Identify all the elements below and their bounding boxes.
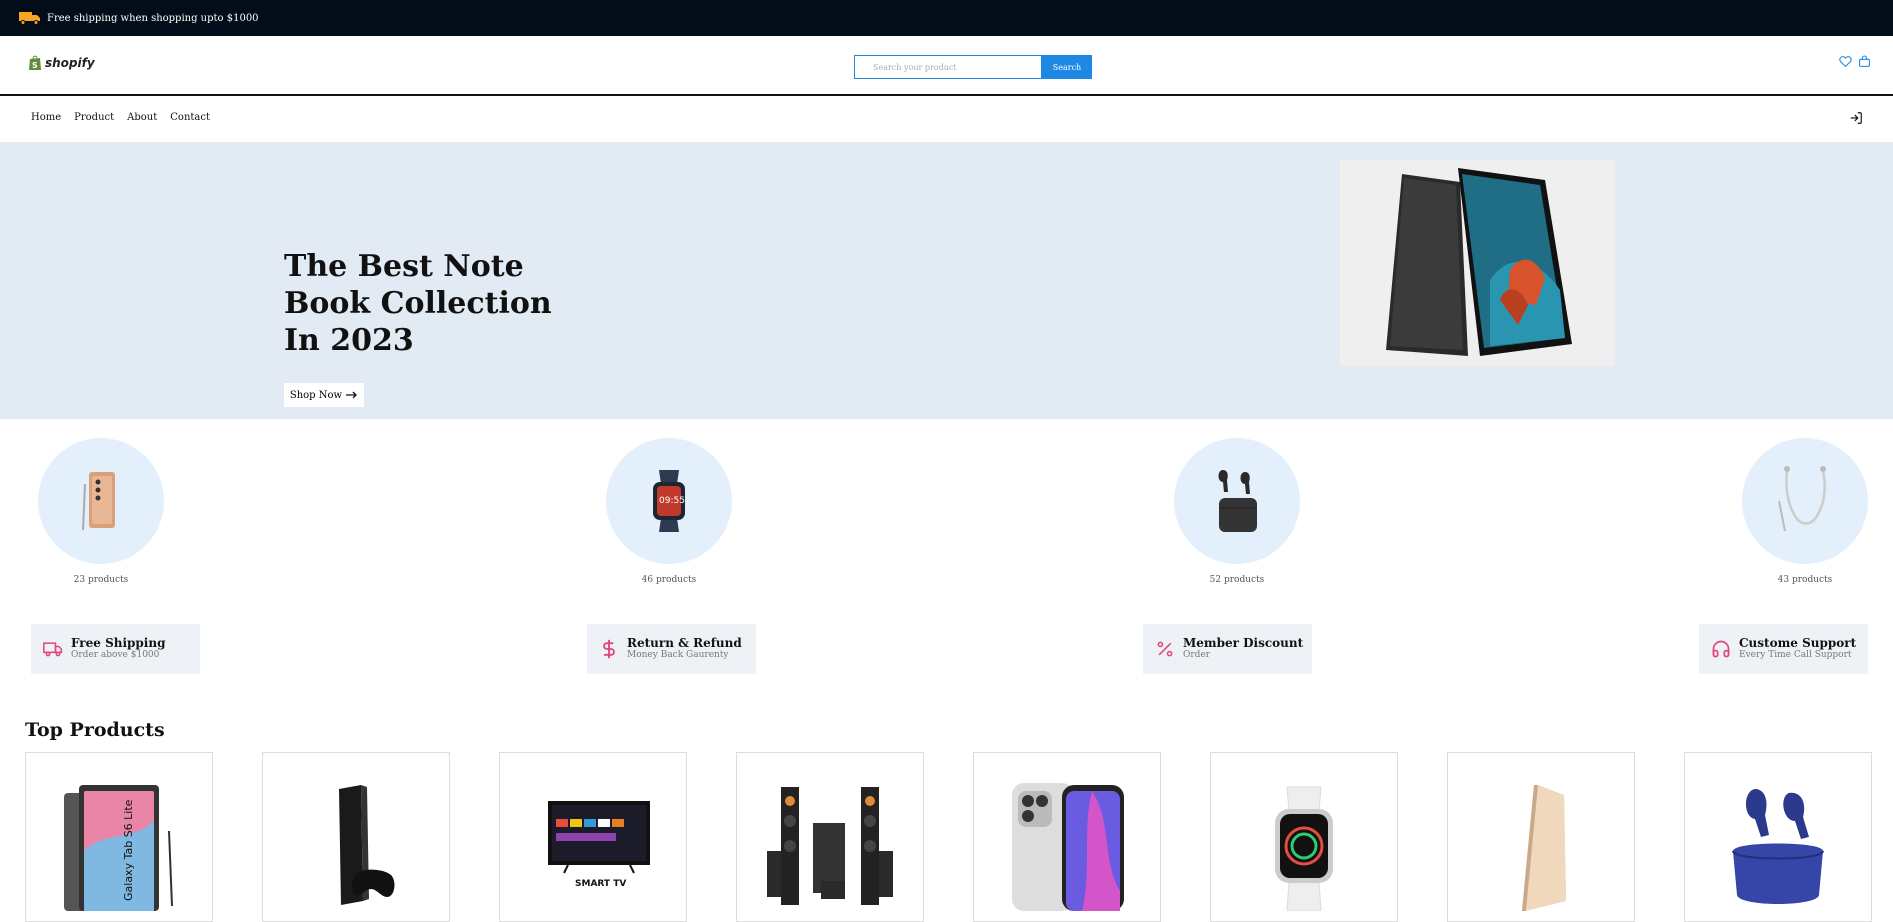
heart-icon[interactable] bbox=[1839, 55, 1852, 68]
svg-text:09:55: 09:55 bbox=[659, 496, 685, 506]
header-icons bbox=[1839, 55, 1871, 68]
category-circle bbox=[38, 438, 164, 564]
feature-title: Custome Support bbox=[1739, 636, 1857, 650]
product-card[interactable] bbox=[1210, 752, 1398, 922]
top-announcement-bar: Free shipping when shopping upto $1000 bbox=[0, 0, 1893, 36]
shipping-announcement: Free shipping when shopping upto $1000 bbox=[47, 12, 259, 24]
product-card[interactable] bbox=[1684, 752, 1872, 922]
category-circle bbox=[1174, 438, 1300, 564]
category-circle bbox=[1742, 438, 1868, 564]
earbuds-image bbox=[1218, 470, 1257, 532]
arrow-right-icon bbox=[346, 391, 358, 399]
smart-tv-image: SMART TV bbox=[548, 801, 650, 889]
smartwatch-image: 09:55 bbox=[653, 470, 685, 532]
category-card[interactable]: 52 products bbox=[1174, 438, 1300, 585]
shop-now-label: Shop Now bbox=[289, 389, 343, 401]
apple-watch-image bbox=[1275, 786, 1333, 911]
search-button[interactable]: Search bbox=[1042, 55, 1092, 79]
search-bar: Search bbox=[854, 55, 1092, 79]
main-nav: Home Product About Contact bbox=[0, 98, 1893, 142]
hero-image bbox=[1340, 160, 1615, 366]
category-count: 43 products bbox=[1777, 575, 1833, 585]
feature-free-shipping: Free Shipping Order above $1000 bbox=[31, 624, 200, 674]
category-card[interactable]: 43 products bbox=[1742, 438, 1868, 585]
product-card[interactable] bbox=[1447, 752, 1635, 922]
top-products-title: Top Products bbox=[25, 719, 165, 741]
login-icon[interactable] bbox=[1849, 111, 1863, 125]
macbook-image bbox=[1522, 785, 1566, 911]
smart-tv-label: SMART TV bbox=[575, 879, 626, 889]
dollar-icon bbox=[603, 639, 615, 659]
hero-banner: The Best Note Book Collection In 2023 Sh… bbox=[0, 142, 1893, 419]
category-count: 46 products bbox=[641, 575, 697, 585]
feature-title: Return & Refund bbox=[627, 636, 742, 650]
playstation-image bbox=[339, 785, 395, 905]
product-card[interactable]: SMART TV bbox=[499, 752, 687, 922]
speaker-system-image bbox=[767, 787, 893, 905]
feature-member-discount: Member Discount Order bbox=[1143, 624, 1312, 674]
svg-text:S: S bbox=[32, 61, 38, 70]
feature-title: Member Discount bbox=[1183, 636, 1304, 650]
phone-image bbox=[82, 472, 115, 531]
category-card[interactable]: 23 products bbox=[38, 438, 164, 585]
shopify-bag-icon: S bbox=[29, 55, 41, 70]
truck-icon bbox=[19, 12, 40, 25]
percent-icon bbox=[1157, 641, 1173, 657]
category-circle: 09:55 bbox=[606, 438, 732, 564]
feature-subtitle: Every Time Call Support bbox=[1739, 650, 1852, 660]
hero-title: The Best Note Book Collection In 2023 bbox=[284, 249, 552, 358]
feature-return-refund: Return & Refund Money Back Gaurenty bbox=[587, 624, 756, 674]
category-card[interactable]: 09:55 46 products bbox=[606, 438, 732, 585]
features-section: Free Shipping Order above $1000 Return &… bbox=[0, 624, 1893, 674]
nav-product[interactable]: Product bbox=[74, 112, 114, 123]
truck-icon bbox=[43, 642, 63, 657]
iphone-image bbox=[1012, 783, 1124, 911]
feature-title: Free Shipping bbox=[71, 636, 166, 650]
nav-contact[interactable]: Contact bbox=[170, 112, 210, 123]
category-count: 52 products bbox=[1209, 575, 1265, 585]
cart-icon[interactable] bbox=[1858, 55, 1871, 68]
earbuds-image bbox=[1732, 789, 1824, 904]
category-section: 23 products 09:55 46 products 52 product… bbox=[0, 438, 1893, 588]
neckband-image bbox=[1778, 466, 1826, 532]
logo-text: shopify bbox=[45, 56, 95, 70]
nav-home[interactable]: Home bbox=[31, 112, 61, 123]
galaxy-tab-image: Galaxy Tab S6 Lite bbox=[64, 785, 173, 911]
product-card[interactable] bbox=[262, 752, 450, 922]
shop-now-button[interactable]: Shop Now bbox=[284, 383, 364, 407]
feature-subtitle: Order above $1000 bbox=[71, 650, 160, 660]
tablet-image bbox=[1386, 168, 1572, 356]
category-count: 23 products bbox=[73, 575, 129, 585]
top-products-grid: Galaxy Tab S6 Lite SMART TV bbox=[0, 752, 1893, 922]
product-card[interactable]: Galaxy Tab S6 Lite bbox=[25, 752, 213, 922]
headphones-icon bbox=[1712, 640, 1730, 658]
product-card[interactable] bbox=[736, 752, 924, 922]
header: S shopify Search bbox=[0, 36, 1893, 96]
feature-subtitle: Order bbox=[1183, 650, 1211, 660]
search-input[interactable] bbox=[854, 55, 1042, 79]
feature-customer-support: Custome Support Every Time Call Support bbox=[1699, 624, 1868, 674]
feature-subtitle: Money Back Gaurenty bbox=[627, 650, 729, 660]
product-card[interactable] bbox=[973, 752, 1161, 922]
nav-about[interactable]: About bbox=[127, 112, 157, 123]
galaxy-tab-label: Galaxy Tab S6 Lite bbox=[122, 799, 135, 901]
logo[interactable]: S shopify bbox=[28, 55, 95, 71]
